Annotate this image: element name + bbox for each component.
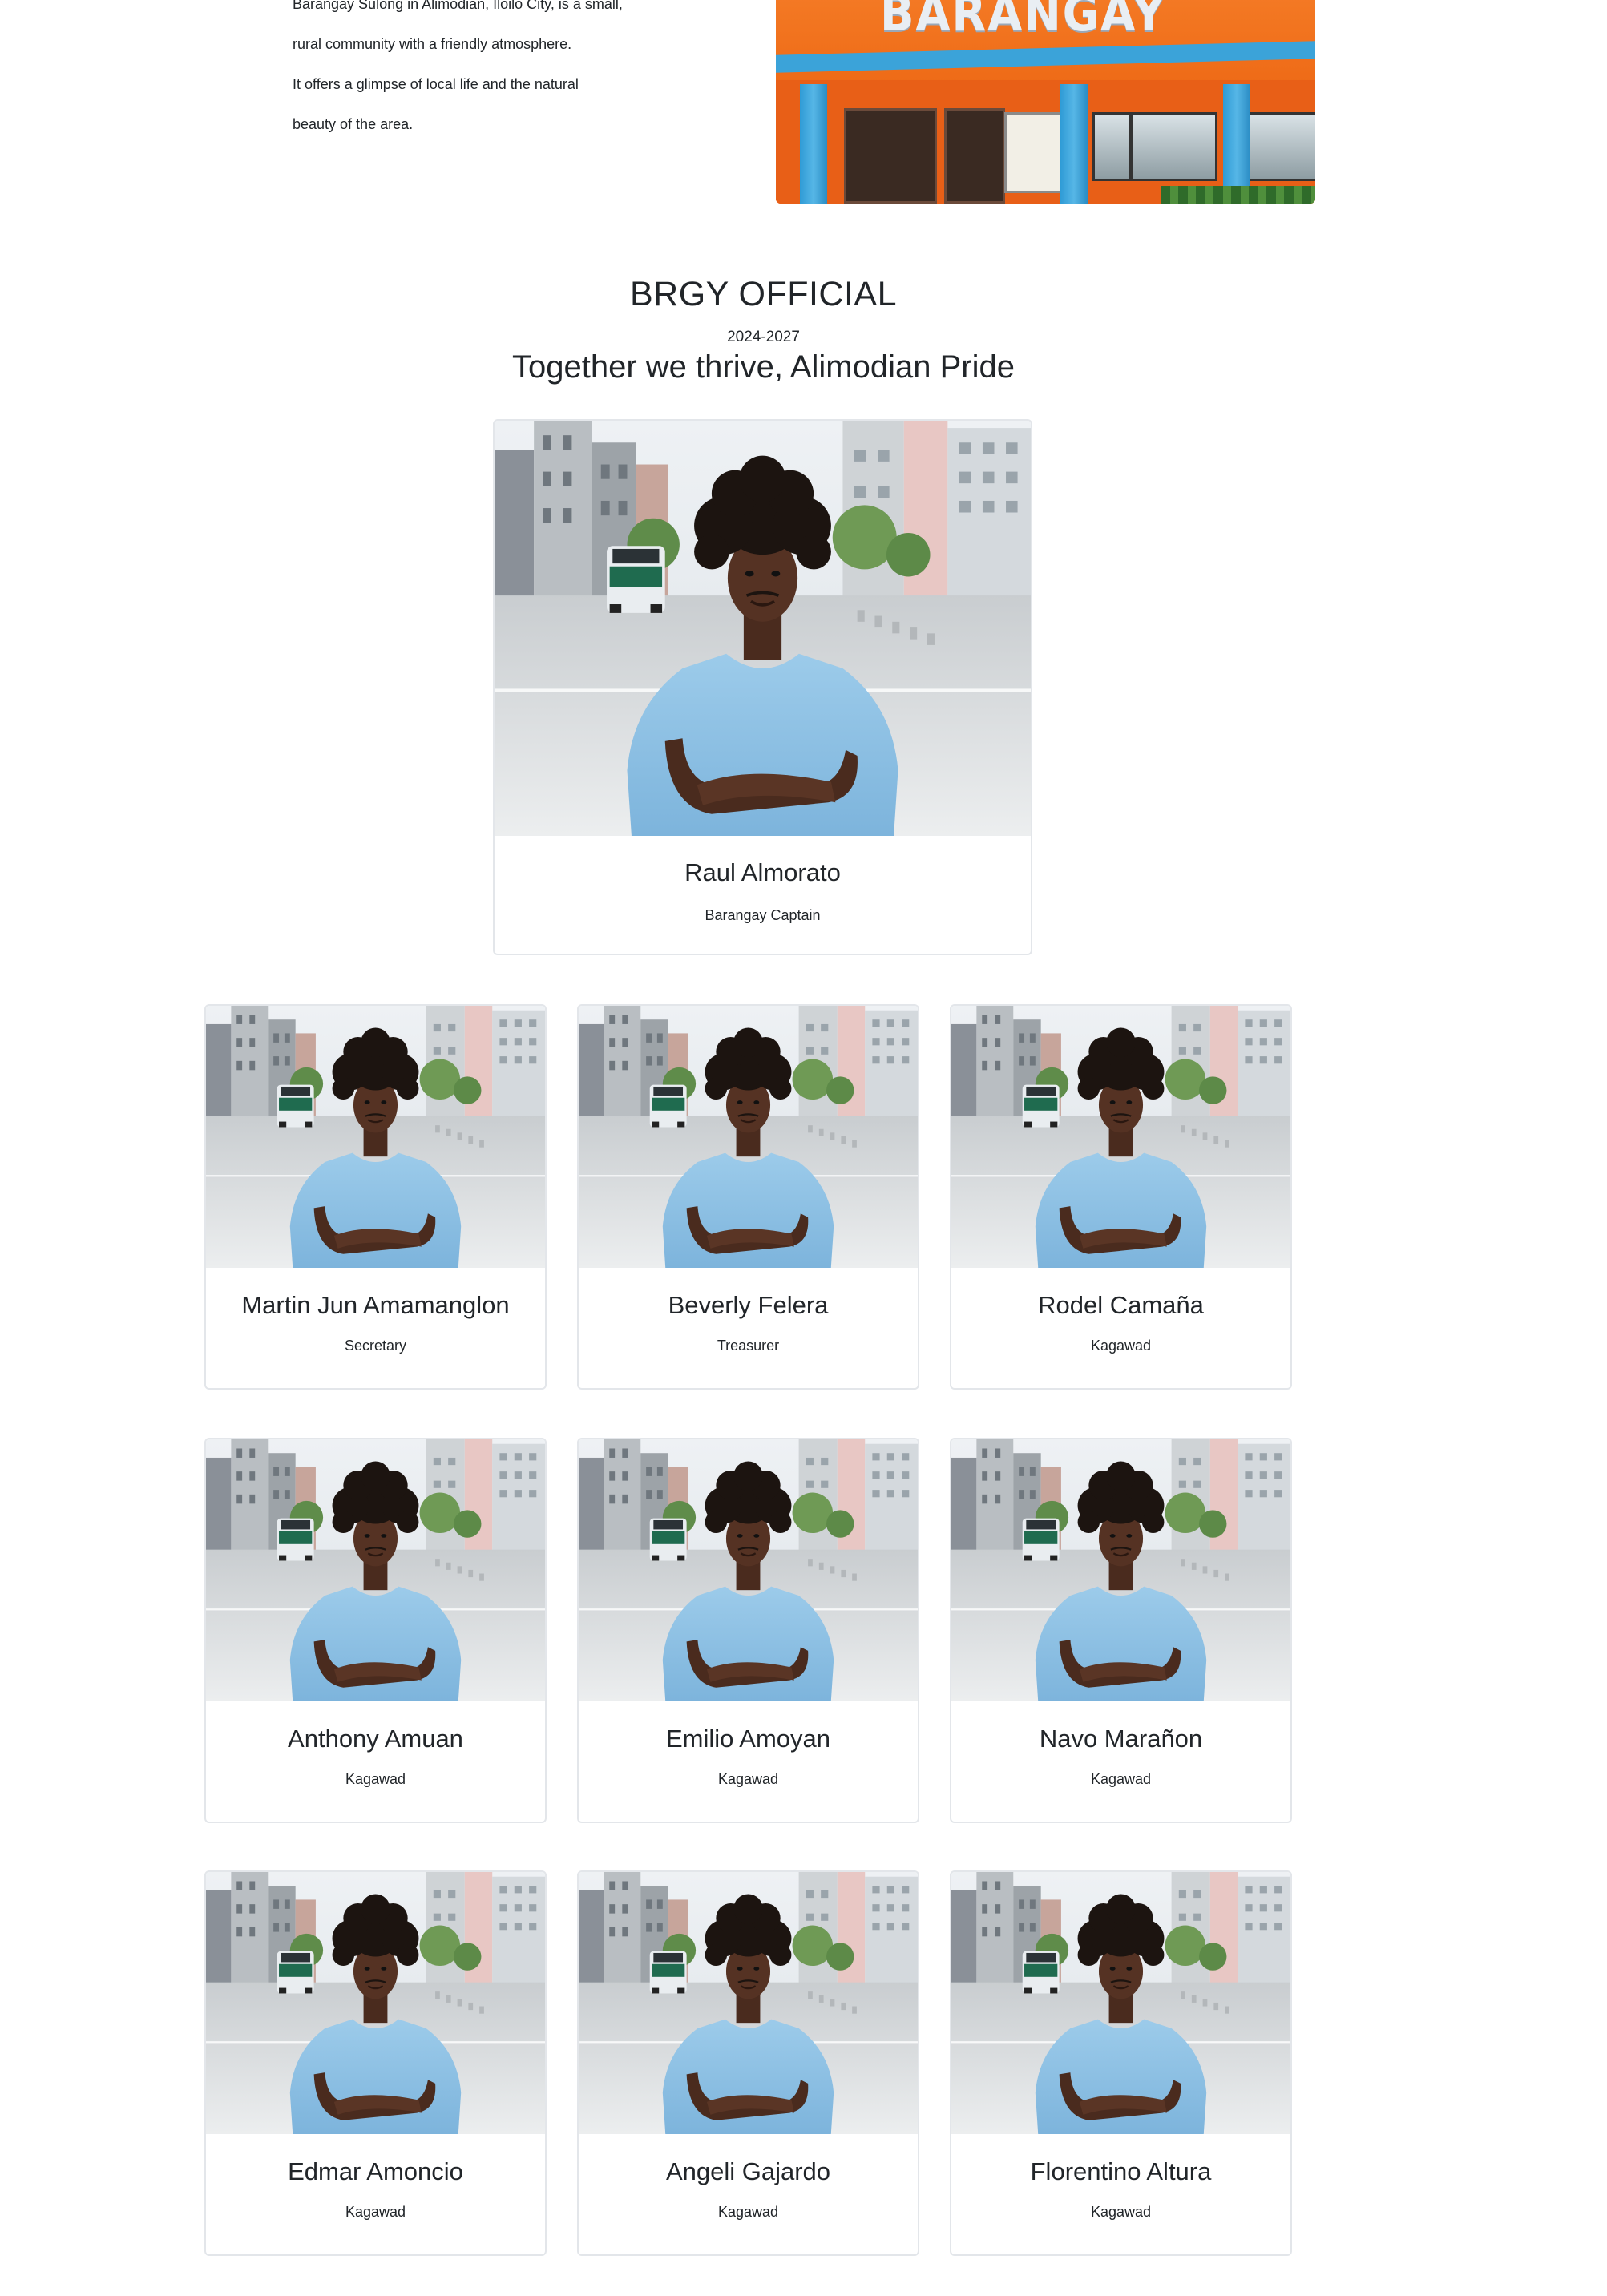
official-card-captain: Raul Almorato Barangay Captain: [493, 419, 1032, 955]
intro-line: It offers a glimpse of local life and th…: [293, 76, 579, 92]
hall-sign-text: BARANGAY: [880, 0, 1167, 42]
official-role: Kagawad: [1090, 1771, 1152, 1787]
official-role: Kagawad: [717, 1771, 779, 1787]
intro-line: Barangay Sulong in Alimodian, Iloilo Cit…: [293, 0, 623, 12]
official-card: Angeli Gajardo Kagawad: [577, 1870, 919, 2256]
official-photo: [951, 1006, 1290, 1268]
official-card: Martin Jun Amamanglon Secretary: [204, 1004, 547, 1390]
official-name: Edmar Amoncio: [288, 2157, 463, 2185]
official-name: Emilio Amoyan: [665, 1725, 831, 1753]
official-photo: [579, 1006, 918, 1268]
section-title: BRGY OFFICIAL: [629, 275, 898, 313]
official-photo: [579, 1872, 918, 2134]
official-photo: [206, 1872, 545, 2134]
intro-line: rural community with a friendly atmosphe…: [293, 36, 572, 52]
official-photo: [951, 1439, 1290, 1701]
official-name: Rodel Camaña: [1038, 1291, 1204, 1319]
official-role: Kagawad: [717, 2204, 779, 2220]
official-role: Kagawad: [1090, 2204, 1152, 2220]
official-name: Florentino Altura: [1030, 2157, 1212, 2185]
official-photo: [951, 1872, 1290, 2134]
official-card: Beverly Felera Treasurer: [577, 1004, 919, 1390]
section-tagline: Together we thrive, Alimodian Pride: [512, 349, 1015, 385]
official-role: Barangay Captain: [705, 907, 821, 923]
official-role: Secretary: [344, 1338, 407, 1354]
official-name: Martin Jun Amamanglon: [241, 1291, 510, 1319]
official-card: Navo Marañon Kagawad: [950, 1438, 1292, 1823]
official-card: Emilio Amoyan Kagawad: [577, 1438, 919, 1823]
official-name: Anthony Amuan: [288, 1725, 463, 1753]
official-name: Beverly Felera: [668, 1291, 829, 1319]
intro-description: Barangay Sulong in Alimodian, Iloilo Cit…: [293, 0, 709, 144]
official-photo: [495, 421, 1031, 836]
official-card: Rodel Camaña Kagawad: [950, 1004, 1292, 1390]
term-years: 2024-2027: [727, 329, 800, 345]
official-card: Anthony Amuan Kagawad: [204, 1438, 547, 1823]
official-card: Florentino Altura Kagawad: [950, 1870, 1292, 2256]
official-role: Kagawad: [345, 1771, 406, 1787]
official-role: Treasurer: [717, 1338, 780, 1354]
official-role: Kagawad: [1090, 1338, 1152, 1354]
official-name: Angeli Gajardo: [665, 2157, 831, 2185]
official-photo: [579, 1439, 918, 1701]
official-name: Navo Marañon: [1039, 1725, 1203, 1753]
official-photo: [206, 1439, 545, 1701]
barangay-hall-photo: BARANGAY: [776, 0, 1315, 204]
intro-line: beauty of the area.: [293, 116, 414, 132]
official-name: Raul Almorato: [684, 858, 841, 886]
official-photo: [206, 1006, 545, 1268]
official-card: Edmar Amoncio Kagawad: [204, 1870, 547, 2256]
official-role: Kagawad: [345, 2204, 406, 2220]
